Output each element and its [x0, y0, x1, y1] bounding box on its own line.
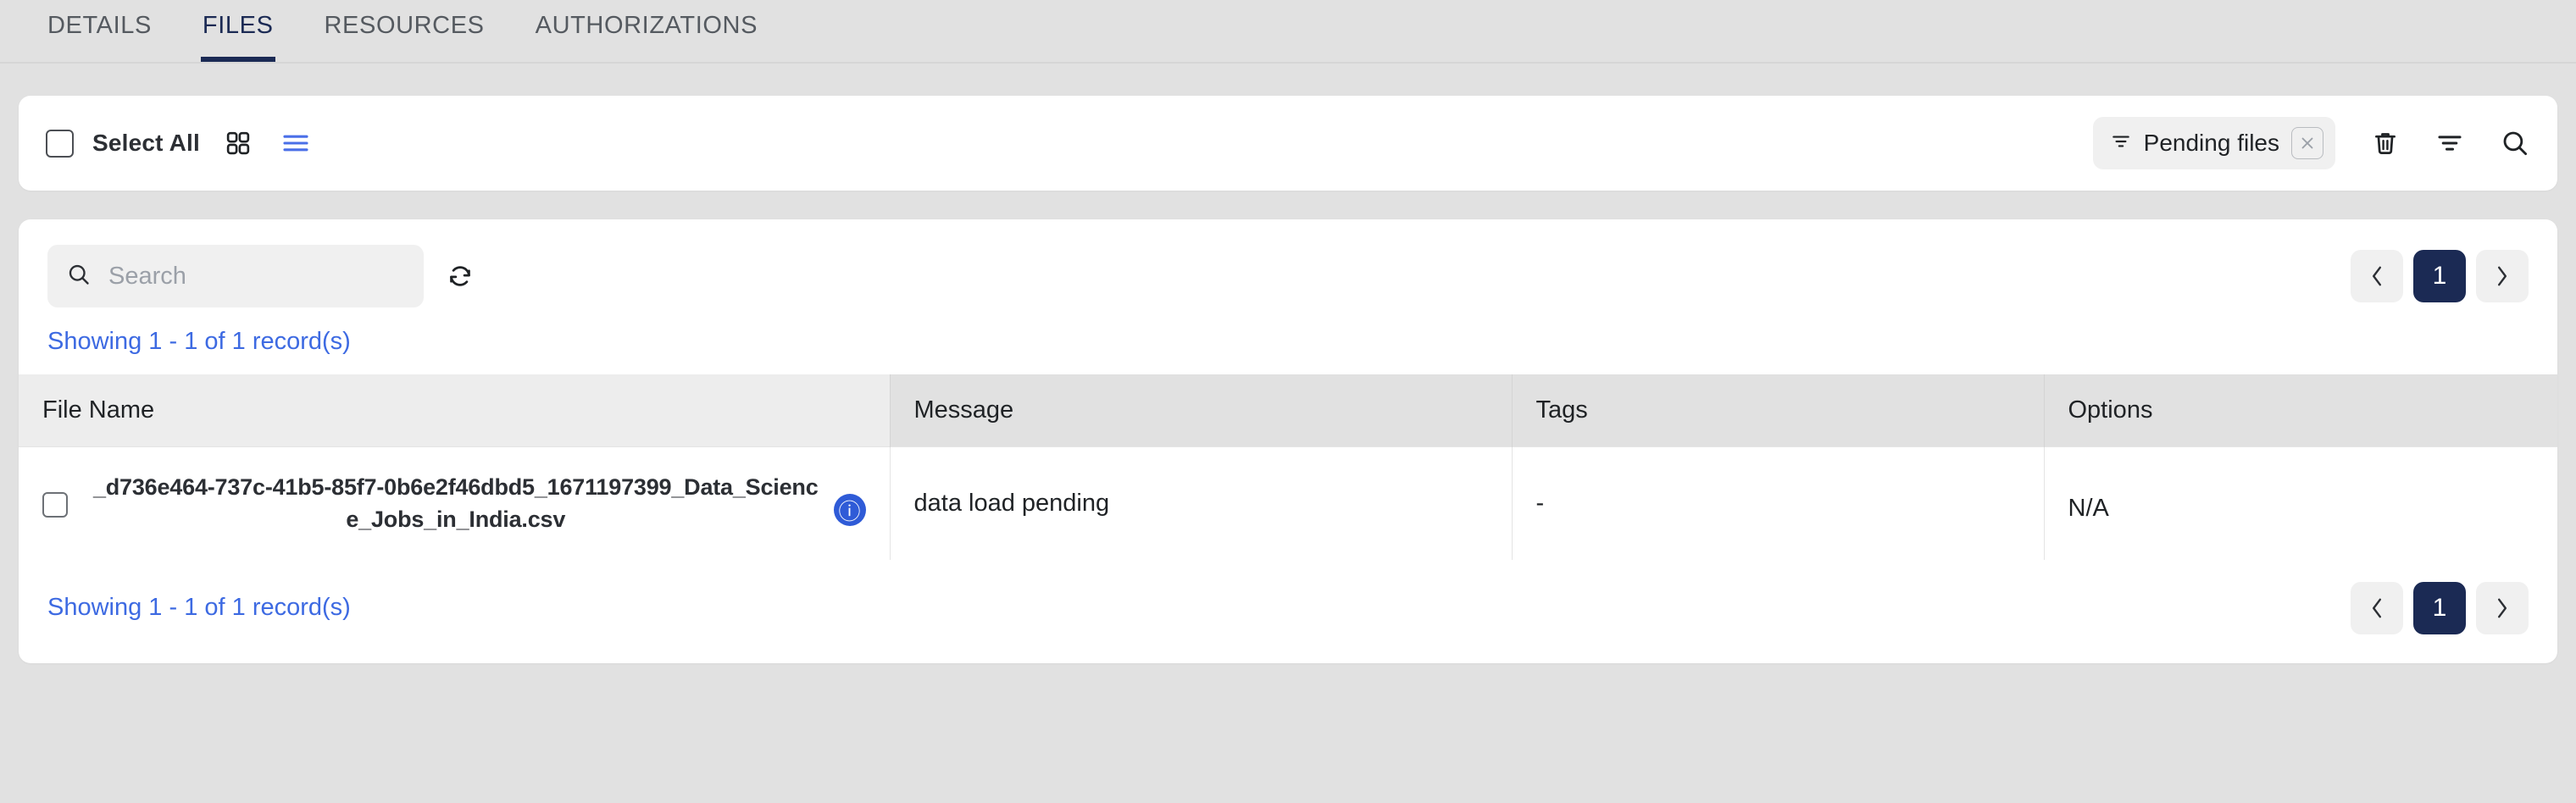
column-header-message[interactable]: Message	[890, 374, 1513, 447]
tab-bar: DETAILS FILES RESOURCES AUTHORIZATIONS	[0, 0, 2576, 64]
trash-icon[interactable]	[2371, 129, 2400, 158]
prev-page-button[interactable]	[2351, 581, 2403, 634]
next-page-button[interactable]	[2476, 250, 2529, 302]
file-name-text: _d736e464-737c-41b5-85f7-0b6e2f46dbd5_16…	[92, 474, 819, 533]
files-panel: 1 Showing 1 - 1 of 1 record(s) File Name…	[19, 219, 2557, 663]
filter-chip-label: Pending files	[2143, 130, 2279, 156]
row-checkbox[interactable]	[42, 492, 68, 518]
filter-icon	[2110, 130, 2132, 157]
column-header-options[interactable]: Options	[2044, 374, 2557, 447]
cell-tags: -	[1512, 446, 2045, 560]
prev-page-button[interactable]	[2351, 250, 2403, 302]
page-number-1[interactable]: 1	[2413, 581, 2466, 634]
next-page-button[interactable]	[2476, 581, 2529, 634]
search-input[interactable]	[108, 262, 405, 291]
pagination-top: 1	[2351, 250, 2529, 302]
records-summary-top: Showing 1 - 1 of 1 record(s)	[47, 328, 351, 355]
tab-authorizations[interactable]: AUTHORIZATIONS	[510, 0, 783, 62]
files-table: File Name Message Tags Options _d736e464…	[19, 374, 2557, 560]
search-icon[interactable]	[2500, 128, 2530, 158]
search-box[interactable]	[47, 245, 424, 307]
cell-message: data load pending	[890, 446, 1513, 560]
toolbar-left-group: Select All	[46, 129, 310, 158]
files-toolbar: Select All Pending files	[19, 96, 2557, 191]
column-header-file-name[interactable]: File Name	[19, 374, 891, 447]
table-header-row: File Name Message Tags Options	[19, 374, 2557, 447]
refresh-icon[interactable]	[446, 262, 475, 291]
tab-details[interactable]: DETAILS	[22, 0, 177, 62]
table-footer: Showing 1 - 1 of 1 record(s) 1	[19, 560, 2557, 663]
records-summary-bottom: Showing 1 - 1 of 1 record(s)	[47, 594, 351, 622]
tab-files[interactable]: FILES	[177, 0, 299, 62]
grid-view-icon[interactable]	[225, 130, 251, 156]
toolbar-right-group: Pending files	[2092, 117, 2530, 169]
info-icon[interactable]: ⓘ	[833, 494, 866, 527]
cell-options: N/A	[2044, 446, 2557, 560]
pending-files-filter-chip[interactable]: Pending files	[2092, 117, 2335, 169]
search-icon	[66, 262, 92, 291]
select-all-checkbox[interactable]	[46, 129, 74, 158]
table-row: _d736e464-737c-41b5-85f7-0b6e2f46dbd5_16…	[19, 446, 2557, 560]
pagination-bottom: 1	[2351, 581, 2529, 634]
close-icon[interactable]	[2291, 127, 2323, 159]
filter-icon[interactable]	[2435, 129, 2464, 158]
search-row: 1	[19, 219, 2557, 307]
cell-file-name: _d736e464-737c-41b5-85f7-0b6e2f46dbd5_16…	[19, 446, 891, 560]
page-number-1[interactable]: 1	[2413, 250, 2466, 302]
select-all-label: Select All	[92, 130, 201, 156]
tab-resources[interactable]: RESOURCES	[299, 0, 510, 62]
column-header-tags[interactable]: Tags	[1512, 374, 2045, 447]
list-view-icon[interactable]	[281, 132, 310, 154]
